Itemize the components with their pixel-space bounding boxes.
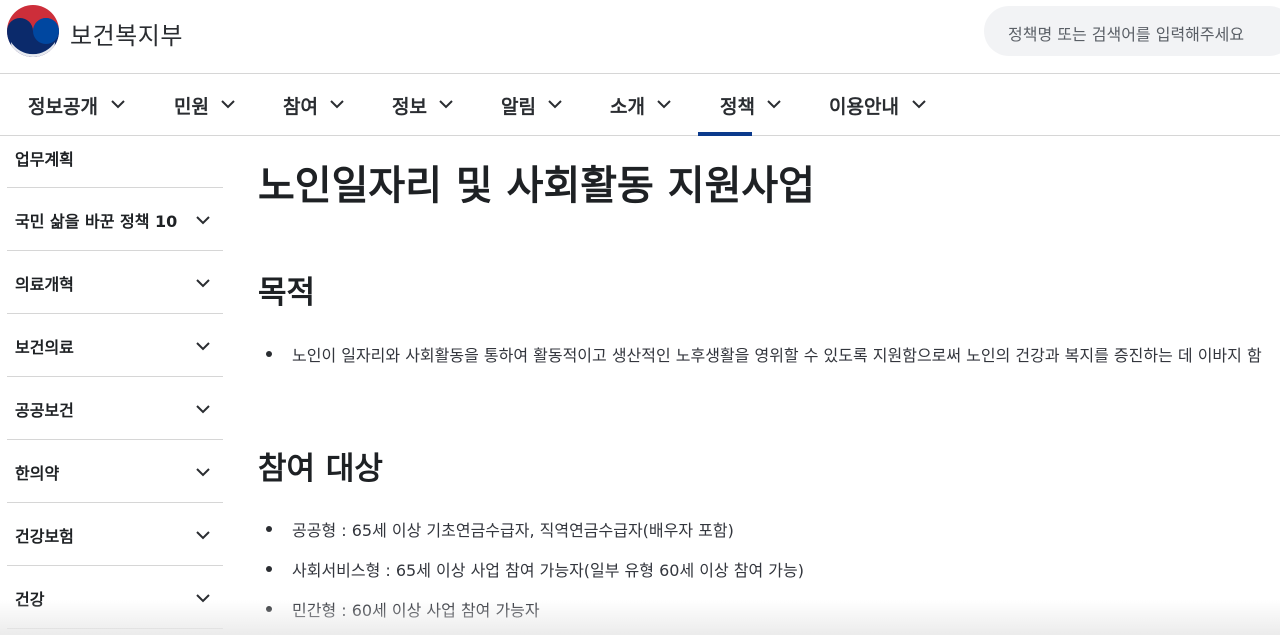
list-item: 노인이 일자리와 사회활동을 통하여 활동적이고 생산적인 노후생활을 영위할 … bbox=[258, 342, 1268, 369]
nav-label: 소개 bbox=[610, 96, 645, 118]
chevron-down-icon bbox=[912, 100, 926, 109]
sidebar-item-policy-10[interactable]: 국민 삶을 바꾼 정책 10 bbox=[7, 188, 223, 251]
page-title: 노인일자리 및 사회활동 지원사업 bbox=[258, 163, 815, 209]
sidebar-item-label: 건강 bbox=[15, 590, 45, 609]
sidebar-item-health-insurance[interactable]: 건강보험 bbox=[7, 503, 223, 566]
site-brand-name[interactable]: 보건복지부 bbox=[70, 16, 183, 51]
list-item: 공공형 : 65세 이상 기초연금수급자, 직역연금수급자(배우자 포함) bbox=[258, 517, 1268, 544]
sidebar-item-medical-reform[interactable]: 의료개혁 bbox=[7, 251, 223, 314]
bullet-icon bbox=[266, 606, 272, 612]
chevron-down-icon bbox=[439, 100, 453, 109]
chevron-down-icon bbox=[767, 100, 781, 109]
main-navigation: 정보공개 민원 참여 정보 알림 소개 정책 이용안내 bbox=[0, 74, 1280, 136]
chevron-down-icon[interactable] bbox=[195, 590, 211, 606]
chevron-down-icon bbox=[548, 100, 562, 109]
nav-label: 알림 bbox=[501, 96, 536, 118]
sidebar-item-label: 국민 삶을 바꾼 정책 10 bbox=[15, 212, 178, 231]
nav-label: 정보 bbox=[392, 96, 427, 118]
sidebar: 업무계획 국민 삶을 바꾼 정책 10 의료개혁 보건의료 공공보건 한의약 건… bbox=[7, 137, 223, 629]
site-header: 보건복지부 정책명 또는 검색어를 입력해주세요 bbox=[0, 0, 1280, 74]
chevron-down-icon bbox=[111, 100, 125, 109]
nav-label: 정책 bbox=[720, 96, 755, 118]
sidebar-item-label: 보건의료 bbox=[15, 338, 74, 357]
sidebar-item-korean-medicine[interactable]: 한의약 bbox=[7, 440, 223, 503]
section-heading-purpose: 목적 bbox=[258, 275, 316, 311]
sidebar-item-label: 공공보건 bbox=[15, 401, 74, 420]
bullet-icon bbox=[266, 351, 272, 357]
chevron-down-icon bbox=[657, 100, 671, 109]
section-heading-eligibility: 참여 대상 bbox=[258, 451, 383, 487]
chevron-down-icon bbox=[221, 100, 235, 109]
sidebar-item-label: 업무계획 bbox=[15, 150, 74, 169]
list-item: 사회서비스형 : 65세 이상 사업 참여 가능자(일부 유형 60세 이상 참… bbox=[258, 557, 1268, 584]
sidebar-item-work-plan[interactable]: 업무계획 bbox=[7, 137, 223, 188]
chevron-down-icon[interactable] bbox=[195, 212, 211, 228]
chevron-down-icon[interactable] bbox=[195, 527, 211, 543]
bullet-icon bbox=[266, 526, 272, 532]
chevron-down-icon[interactable] bbox=[195, 338, 211, 354]
government-emblem-icon[interactable] bbox=[6, 4, 60, 58]
eligibility-text: 사회서비스형 : 65세 이상 사업 참여 가능자(일부 유형 60세 이상 참… bbox=[292, 561, 804, 580]
sidebar-item-public-health[interactable]: 공공보건 bbox=[7, 377, 223, 440]
nav-label: 민원 bbox=[174, 96, 209, 118]
sidebar-item-health-care[interactable]: 보건의료 bbox=[7, 314, 223, 377]
search-bar[interactable]: 정책명 또는 검색어를 입력해주세요 bbox=[984, 6, 1280, 56]
eligibility-text: 민간형 : 60세 이상 사업 참여 가능자 bbox=[292, 601, 540, 620]
eligibility-text: 공공형 : 65세 이상 기초연금수급자, 직역연금수급자(배우자 포함) bbox=[292, 521, 734, 540]
purpose-text: 노인이 일자리와 사회활동을 통하여 활동적이고 생산적인 노후생활을 영위할 … bbox=[292, 346, 1262, 365]
search-placeholder[interactable]: 정책명 또는 검색어를 입력해주세요 bbox=[1008, 21, 1244, 45]
bullet-icon bbox=[266, 566, 272, 572]
nav-label: 이용안내 bbox=[829, 96, 899, 118]
list-item: 민간형 : 60세 이상 사업 참여 가능자 bbox=[258, 597, 1268, 624]
chevron-down-icon[interactable] bbox=[195, 464, 211, 480]
sidebar-item-label: 의료개혁 bbox=[15, 275, 74, 294]
sidebar-item-label: 한의약 bbox=[15, 464, 60, 483]
chevron-down-icon bbox=[330, 100, 344, 109]
nav-label: 정보공개 bbox=[28, 96, 98, 118]
chevron-down-icon[interactable] bbox=[195, 275, 211, 291]
sidebar-item-label: 건강보험 bbox=[15, 527, 74, 546]
sidebar-item-health[interactable]: 건강 bbox=[7, 566, 223, 629]
nav-label: 참여 bbox=[283, 96, 318, 118]
chevron-down-icon[interactable] bbox=[195, 401, 211, 417]
